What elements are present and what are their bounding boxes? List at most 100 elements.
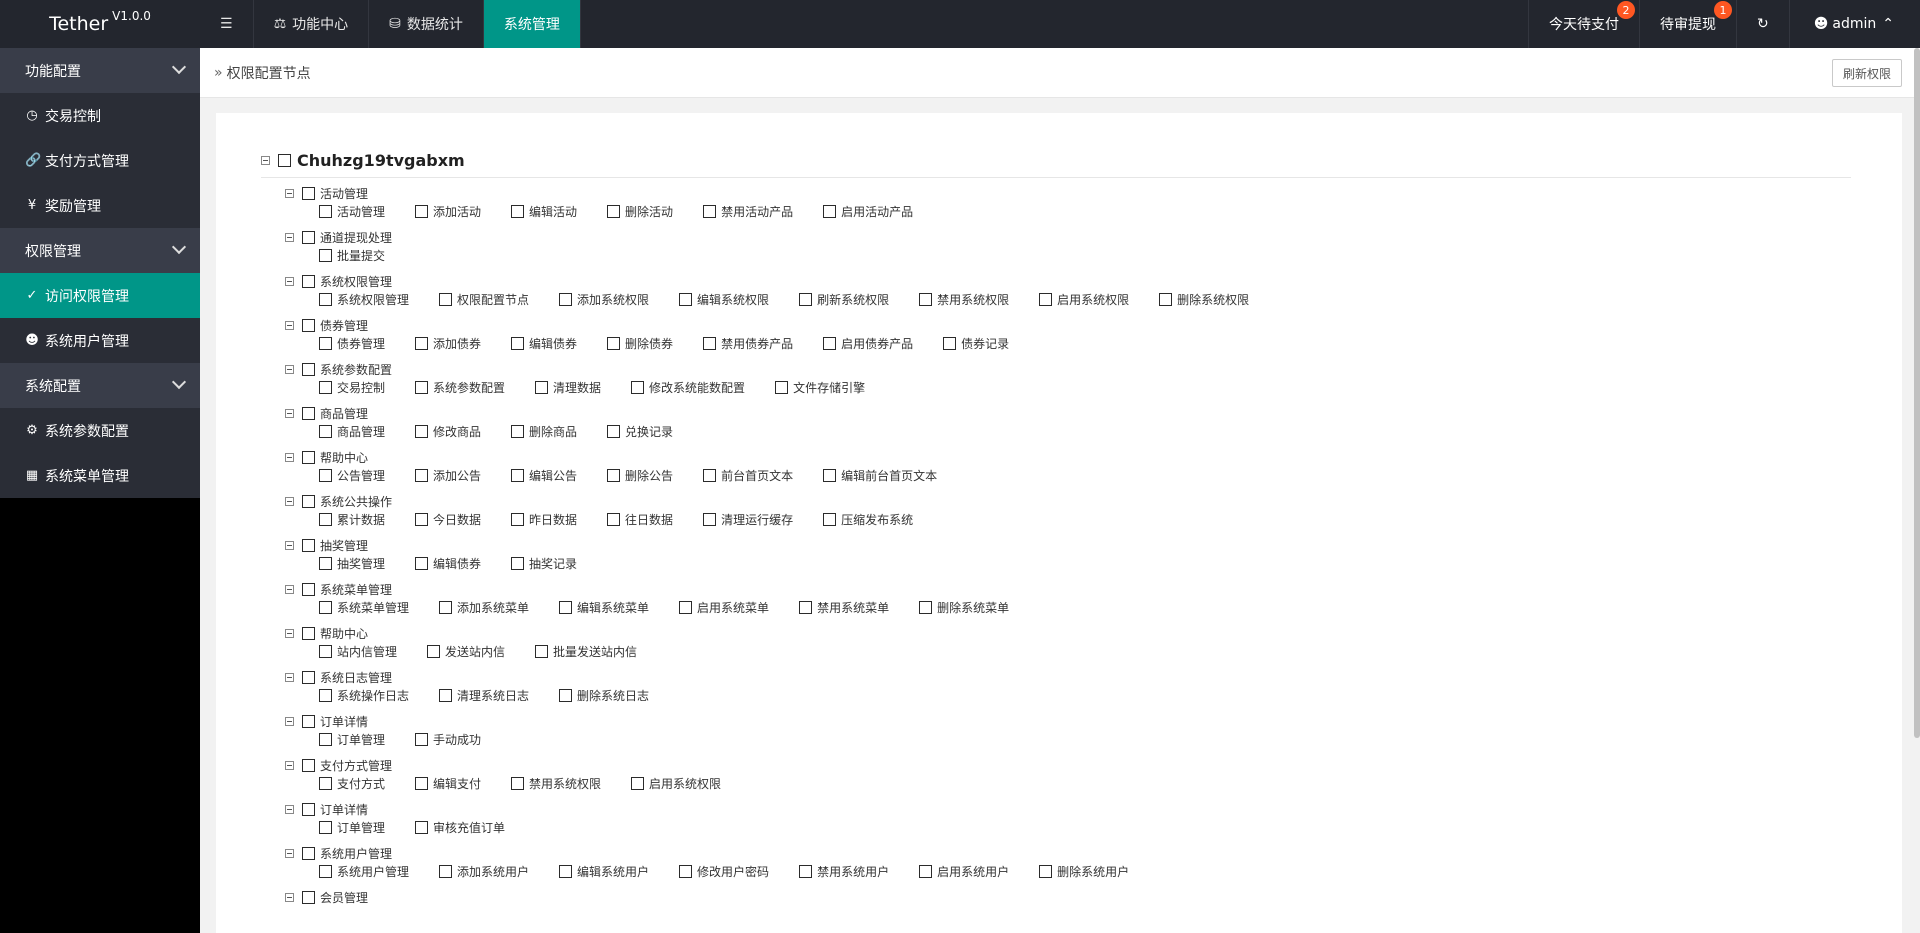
- permission-checkbox[interactable]: [511, 776, 525, 790]
- permission-node[interactable]: 支付方式: [319, 775, 385, 792]
- group-checkbox[interactable]: [302, 538, 315, 552]
- collapse-toggle[interactable]: [285, 760, 294, 770]
- permission-node[interactable]: 清理数据: [535, 379, 601, 396]
- permission-node[interactable]: 启用系统权限: [631, 775, 721, 792]
- permission-checkbox[interactable]: [319, 380, 332, 394]
- permission-checkbox[interactable]: [319, 688, 332, 702]
- permission-checkbox[interactable]: [415, 732, 429, 746]
- permission-checkbox[interactable]: [631, 776, 645, 790]
- group-checkbox[interactable]: [302, 186, 315, 200]
- sidebar-item-trade-control[interactable]: ◷ 交易控制: [0, 93, 200, 138]
- permission-checkbox[interactable]: [631, 380, 645, 394]
- permission-checkbox[interactable]: [679, 864, 693, 878]
- permission-node[interactable]: 活动管理: [319, 203, 385, 220]
- permission-checkbox[interactable]: [319, 600, 332, 614]
- permission-checkbox[interactable]: [319, 336, 332, 350]
- permission-node[interactable]: 订单管理: [319, 819, 385, 836]
- permission-checkbox[interactable]: [607, 204, 621, 218]
- permission-checkbox[interactable]: [319, 820, 332, 834]
- nav-function-center[interactable]: ⚖ 功能中心: [254, 0, 370, 48]
- permission-checkbox[interactable]: [415, 336, 429, 350]
- collapse-toggle[interactable]: [285, 584, 294, 594]
- permission-checkbox[interactable]: [607, 512, 621, 526]
- permission-checkbox[interactable]: [319, 468, 332, 482]
- permission-node[interactable]: 启用活动产品: [823, 203, 913, 220]
- permission-checkbox[interactable]: [319, 248, 332, 262]
- permission-node[interactable]: 禁用活动产品: [703, 203, 793, 220]
- permission-checkbox[interactable]: [427, 644, 441, 658]
- permission-node[interactable]: 删除系统菜单: [919, 599, 1009, 616]
- permission-checkbox[interactable]: [559, 864, 573, 878]
- permission-checkbox[interactable]: [799, 292, 813, 306]
- permission-node[interactable]: 启用系统用户: [919, 863, 1009, 880]
- permission-node[interactable]: 删除商品: [511, 423, 577, 440]
- collapse-toggle[interactable]: [285, 232, 294, 242]
- permission-node[interactable]: 交易控制: [319, 379, 385, 396]
- collapse-toggle[interactable]: [285, 716, 294, 726]
- permission-checkbox[interactable]: [559, 600, 573, 614]
- permission-checkbox[interactable]: [415, 468, 429, 482]
- permission-checkbox[interactable]: [799, 864, 813, 878]
- permission-checkbox[interactable]: [607, 468, 621, 482]
- permission-checkbox[interactable]: [607, 336, 621, 350]
- collapse-toggle[interactable]: [285, 408, 294, 418]
- permission-checkbox[interactable]: [703, 468, 717, 482]
- permission-node[interactable]: 启用系统菜单: [679, 599, 769, 616]
- permission-node[interactable]: 站内信管理: [319, 643, 397, 660]
- permission-checkbox[interactable]: [535, 644, 549, 658]
- group-checkbox[interactable]: [302, 494, 315, 508]
- pending-withdraw-link[interactable]: 待审提现 1: [1639, 0, 1736, 48]
- refresh-permissions-button[interactable]: 刷新权限: [1831, 59, 1902, 87]
- permission-checkbox[interactable]: [823, 204, 837, 218]
- permission-node[interactable]: 订单管理: [319, 731, 385, 748]
- permission-checkbox[interactable]: [799, 600, 813, 614]
- permission-node[interactable]: 商品管理: [319, 423, 385, 440]
- permission-checkbox[interactable]: [679, 292, 693, 306]
- permission-node[interactable]: 文件存储引擎: [775, 379, 865, 396]
- collapse-toggle[interactable]: [285, 276, 294, 286]
- permission-node[interactable]: 启用系统权限: [1039, 291, 1129, 308]
- permission-node[interactable]: 手动成功: [415, 731, 481, 748]
- group-checkbox[interactable]: [302, 626, 315, 640]
- permission-node[interactable]: 累计数据: [319, 511, 385, 528]
- permission-checkbox[interactable]: [703, 204, 717, 218]
- collapse-toggle[interactable]: [285, 540, 294, 550]
- permission-node[interactable]: 抽奖记录: [511, 555, 577, 572]
- permission-node[interactable]: 审核充值订单: [415, 819, 505, 836]
- permission-node[interactable]: 往日数据: [607, 511, 673, 528]
- permission-node[interactable]: 修改用户密码: [679, 863, 769, 880]
- permission-checkbox[interactable]: [823, 336, 837, 350]
- permission-node[interactable]: 编辑债券: [415, 555, 481, 572]
- permission-checkbox[interactable]: [415, 820, 429, 834]
- group-checkbox[interactable]: [302, 758, 315, 772]
- permission-checkbox[interactable]: [823, 512, 837, 526]
- permission-node[interactable]: 抽奖管理: [319, 555, 385, 572]
- permission-checkbox[interactable]: [679, 600, 693, 614]
- permission-checkbox[interactable]: [439, 688, 453, 702]
- root-checkbox[interactable]: [278, 154, 291, 167]
- collapse-toggle[interactable]: [285, 320, 294, 330]
- refresh-page-button[interactable]: ↻: [1736, 0, 1789, 48]
- permission-checkbox[interactable]: [319, 424, 332, 438]
- permission-node[interactable]: 删除公告: [607, 467, 673, 484]
- permission-node[interactable]: 权限配置节点: [439, 291, 529, 308]
- permission-node[interactable]: 发送站内信: [427, 643, 505, 660]
- permission-checkbox[interactable]: [607, 424, 621, 438]
- group-checkbox[interactable]: [302, 362, 315, 376]
- permission-node[interactable]: 批量提交: [319, 247, 385, 264]
- sidebar-group-function-config[interactable]: 功能配置: [0, 48, 200, 93]
- permission-node[interactable]: 禁用系统权限: [511, 775, 601, 792]
- collapse-toggle[interactable]: [285, 628, 294, 638]
- permission-checkbox[interactable]: [439, 600, 453, 614]
- permission-node[interactable]: 添加活动: [415, 203, 481, 220]
- permission-node[interactable]: 系统操作日志: [319, 687, 409, 704]
- app-logo[interactable]: Tether V1.0.0: [0, 0, 200, 48]
- permission-checkbox[interactable]: [919, 600, 933, 614]
- permission-node[interactable]: 编辑系统用户: [559, 863, 649, 880]
- permission-checkbox[interactable]: [319, 204, 332, 218]
- permission-checkbox[interactable]: [511, 468, 525, 482]
- permission-checkbox[interactable]: [511, 424, 525, 438]
- collapse-toggle[interactable]: [285, 804, 294, 814]
- group-checkbox[interactable]: [302, 230, 315, 244]
- permission-node[interactable]: 债券记录: [943, 335, 1009, 352]
